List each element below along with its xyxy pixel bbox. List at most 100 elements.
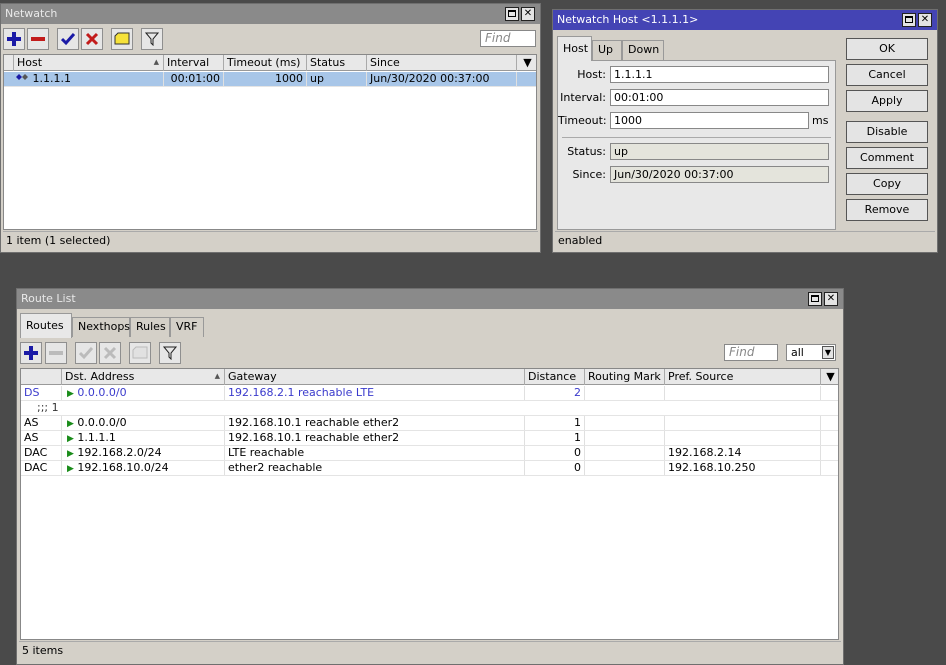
timeout-cell: 1000 bbox=[224, 72, 307, 86]
table-row[interactable]: DAC ▶ 192.168.2.0/24 LTE reachable 0 192… bbox=[21, 446, 838, 461]
route-flag-icon: ▶ bbox=[67, 419, 74, 429]
dialog-status-bar: enabled bbox=[555, 231, 935, 250]
column-header[interactable]: Status bbox=[307, 55, 367, 71]
table-row[interactable]: DS ▶ 0.0.0.0/0 192.168.2.1 reachable LTE… bbox=[21, 386, 838, 401]
route-list-titlebar[interactable]: Route List ✕ bbox=[17, 289, 843, 309]
tab-nexthops[interactable]: Nexthops bbox=[72, 317, 130, 337]
pref-source-cell bbox=[665, 416, 821, 430]
remove-button[interactable] bbox=[27, 28, 49, 50]
flags-cell: AS bbox=[21, 416, 62, 430]
route-search-input[interactable]: Find bbox=[724, 344, 778, 361]
apply-button[interactable]: Apply bbox=[846, 90, 928, 112]
disable-button[interactable] bbox=[81, 28, 103, 50]
timeout-unit: ms bbox=[812, 114, 829, 127]
column-header[interactable] bbox=[21, 369, 62, 385]
ok-button[interactable]: OK bbox=[846, 38, 928, 60]
interval-cell: 00:01:00 bbox=[164, 72, 224, 86]
route-list-window: Route List ✕ Routes Nexthops Rules VRF F… bbox=[16, 288, 844, 665]
route-filter-select[interactable]: all ▼ bbox=[786, 344, 836, 361]
enable-route-button[interactable] bbox=[75, 342, 97, 364]
table-header: Dst. Address ▲ Gateway Distance Routing M… bbox=[21, 369, 838, 385]
interval-field[interactable]: 00:01:00 bbox=[610, 89, 829, 106]
route-flag-icon: ▶ bbox=[67, 434, 74, 444]
tab-down[interactable]: Down bbox=[622, 40, 664, 60]
netwatch-title: Netwatch bbox=[5, 7, 58, 20]
interval-label: Interval: bbox=[560, 91, 606, 104]
distance-cell: 0 bbox=[525, 461, 585, 475]
host-label: Host: bbox=[577, 68, 606, 81]
column-header[interactable]: Host ▲ bbox=[14, 55, 164, 71]
netwatch-host-dialog: Netwatch Host <1.1.1.1> ✕ Host Up Down H… bbox=[552, 9, 938, 253]
chevron-down-icon[interactable]: ▼ bbox=[822, 346, 834, 359]
since-cell: Jun/30/2020 00:37:00 bbox=[367, 72, 517, 86]
note-icon bbox=[132, 346, 148, 359]
enable-button[interactable] bbox=[57, 28, 79, 50]
comment-route-button[interactable] bbox=[129, 342, 151, 364]
route-flag-icon: ▶ bbox=[67, 449, 74, 459]
tab-host[interactable]: Host bbox=[557, 36, 592, 61]
restore-icon[interactable] bbox=[505, 7, 519, 21]
dialog-tabs: Host Up Down bbox=[557, 36, 837, 61]
cancel-button[interactable]: Cancel bbox=[846, 64, 928, 86]
distance-cell: 1 bbox=[525, 416, 585, 430]
netwatch-table: Host ▲ Interval Timeout (ms) Status Since… bbox=[3, 54, 537, 230]
comment-row[interactable]: ;;; 1 bbox=[21, 401, 838, 416]
gateway-cell: 192.168.2.1 reachable LTE bbox=[225, 386, 525, 400]
distance-cell: 0 bbox=[525, 446, 585, 460]
filter-routes-button[interactable] bbox=[159, 342, 181, 364]
tab-vrf[interactable]: VRF bbox=[170, 317, 204, 337]
comment-button[interactable]: Comment bbox=[846, 147, 928, 169]
add-button[interactable] bbox=[3, 28, 25, 50]
column-header[interactable] bbox=[4, 55, 14, 71]
table-row[interactable]: AS ▶ 0.0.0.0/0 192.168.10.1 reachable et… bbox=[21, 416, 838, 431]
close-icon[interactable]: ✕ bbox=[521, 7, 535, 21]
remove-button[interactable]: Remove bbox=[846, 199, 928, 221]
restore-icon[interactable] bbox=[902, 13, 916, 27]
column-header[interactable]: Pref. Source bbox=[665, 369, 821, 385]
restore-icon[interactable] bbox=[808, 292, 822, 306]
table-row[interactable]: DAC ▶ 192.168.10.0/24 ether2 reachable 0… bbox=[21, 461, 838, 476]
netwatch-window: Netwatch ✕ Find Host ▲ Interval Timeout (… bbox=[0, 3, 541, 253]
route-flag-icon: ▶ bbox=[67, 389, 74, 399]
netwatch-titlebar[interactable]: Netwatch ✕ bbox=[1, 4, 540, 24]
disable-route-button[interactable] bbox=[99, 342, 121, 364]
status-cell: up bbox=[307, 72, 367, 86]
flags-cell: DAC bbox=[21, 461, 62, 475]
table-row[interactable]: AS ▶ 1.1.1.1 192.168.10.1 reachable ethe… bbox=[21, 431, 838, 446]
host-tab-panel: Host: 1.1.1.1 Interval: 00:01:00 Timeout… bbox=[557, 60, 836, 230]
column-header[interactable]: Distance bbox=[525, 369, 585, 385]
timeout-field[interactable]: 1000 bbox=[610, 112, 809, 129]
disable-button[interactable]: Disable bbox=[846, 121, 928, 143]
column-header[interactable]: Since bbox=[367, 55, 517, 71]
column-header[interactable]: Gateway bbox=[225, 369, 525, 385]
close-icon[interactable]: ✕ bbox=[918, 13, 932, 27]
column-header[interactable]: Timeout (ms) bbox=[224, 55, 307, 71]
host-field[interactable]: 1.1.1.1 bbox=[610, 66, 829, 83]
search-input[interactable]: Find bbox=[480, 30, 536, 47]
dst-cell: ▶ 0.0.0.0/0 bbox=[62, 386, 225, 400]
since-label: Since: bbox=[572, 168, 606, 181]
dialog-titlebar[interactable]: Netwatch Host <1.1.1.1> ✕ bbox=[553, 10, 937, 30]
comment-button[interactable] bbox=[111, 28, 133, 50]
distance-cell: 2 bbox=[525, 386, 585, 400]
add-route-button[interactable] bbox=[20, 342, 42, 364]
gateway-cell: 192.168.10.1 reachable ether2 bbox=[225, 416, 525, 430]
tab-up[interactable]: Up bbox=[592, 40, 622, 60]
column-header[interactable]: Interval bbox=[164, 55, 224, 71]
routing-mark-cell bbox=[585, 386, 665, 400]
column-header[interactable]: Dst. Address ▲ bbox=[62, 369, 225, 385]
table-row[interactable]: 1.1.1.1 00:01:00 1000 up Jun/30/2020 00:… bbox=[4, 72, 536, 87]
sort-icon: ▲ bbox=[153, 58, 159, 66]
close-icon[interactable]: ✕ bbox=[824, 292, 838, 306]
column-header[interactable]: Routing Mark bbox=[585, 369, 665, 385]
column-menu-button[interactable]: ▼ bbox=[821, 369, 838, 385]
tab-routes[interactable]: Routes bbox=[20, 313, 72, 338]
tab-rules[interactable]: Rules bbox=[130, 317, 170, 337]
copy-button[interactable]: Copy bbox=[846, 173, 928, 195]
flags-cell: DS bbox=[21, 386, 62, 400]
column-menu-button[interactable]: ▼ bbox=[517, 55, 536, 71]
dst-cell: ▶ 192.168.2.0/24 bbox=[62, 446, 225, 460]
remove-route-button[interactable] bbox=[45, 342, 67, 364]
filter-button[interactable] bbox=[141, 28, 163, 50]
netwatch-status-bar: 1 item (1 selected) bbox=[3, 231, 538, 250]
